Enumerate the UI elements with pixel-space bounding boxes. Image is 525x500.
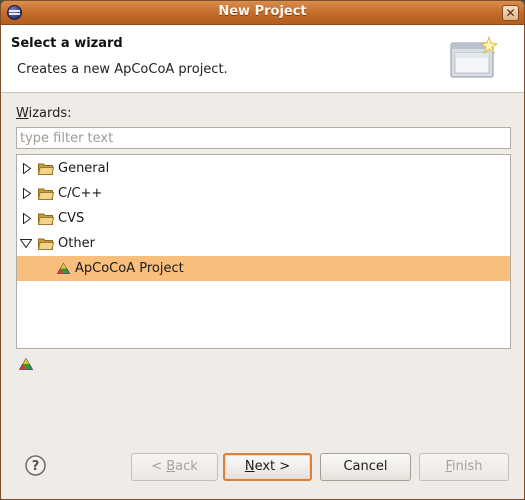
wizards-label: Wizards:	[16, 106, 72, 121]
wizard-header: Select a wizard Creates a new ApCoCoA pr…	[1, 25, 524, 93]
back-button-prefix: <	[151, 459, 167, 474]
new-wizard-icon	[450, 35, 499, 78]
back-button-mnemonic: B	[166, 459, 176, 474]
tree-item-c-cpp[interactable]: C/C++	[17, 181, 510, 206]
tree-item-label: CVS	[58, 211, 85, 226]
title-bar[interactable]: New Project ✕	[1, 1, 524, 25]
close-window-button[interactable]: ✕	[502, 5, 519, 21]
chevron-right-icon[interactable]	[22, 213, 32, 224]
apcocoa-project-icon	[57, 263, 70, 274]
header-title: Select a wizard	[11, 36, 123, 51]
folder-icon	[38, 213, 54, 225]
chevron-right-icon[interactable]	[22, 188, 32, 199]
apcocoa-status-icon	[19, 358, 33, 370]
tree-item-apcocoa-project[interactable]: ApCoCoA Project	[17, 256, 510, 281]
tree-item-label: ApCoCoA Project	[75, 261, 184, 276]
wizard-tree[interactable]: General C/C++ CVS Other ApCoCoA Project	[16, 154, 511, 349]
cancel-button-label: Cancel	[343, 459, 388, 474]
next-button[interactable]: Next >	[223, 453, 312, 481]
chevron-down-icon[interactable]	[20, 238, 32, 249]
back-button-label: ack	[175, 459, 198, 474]
next-button-label: ext >	[254, 459, 291, 474]
folder-open-icon	[38, 238, 54, 250]
cancel-button[interactable]: Cancel	[320, 453, 411, 481]
tree-item-other[interactable]: Other	[17, 231, 510, 256]
tree-item-label: Other	[58, 236, 95, 251]
tree-item-cvs[interactable]: CVS	[17, 206, 510, 231]
new-project-dialog: New Project ✕ Select a wizard Creates a …	[0, 0, 525, 500]
tree-item-label: General	[58, 161, 110, 176]
folder-icon	[38, 163, 54, 175]
wizards-label-mnemonic: W	[16, 106, 29, 121]
wizards-label-text: izards:	[28, 106, 72, 121]
tree-item-label: C/C++	[58, 186, 103, 201]
folder-icon	[38, 188, 54, 200]
help-icon[interactable]: ?	[25, 455, 46, 476]
chevron-right-icon[interactable]	[22, 163, 32, 174]
filter-input[interactable]	[16, 127, 511, 149]
finish-button[interactable]: Finish	[419, 453, 509, 481]
finish-button-label: inish	[452, 459, 483, 474]
tree-item-general[interactable]: General	[17, 156, 510, 181]
back-button[interactable]: < Back	[131, 453, 218, 481]
window-title: New Project	[218, 4, 307, 19]
svg-text:?: ?	[32, 459, 40, 474]
header-description: Creates a new ApCoCoA project.	[17, 62, 228, 77]
next-button-mnemonic: N	[244, 459, 255, 474]
